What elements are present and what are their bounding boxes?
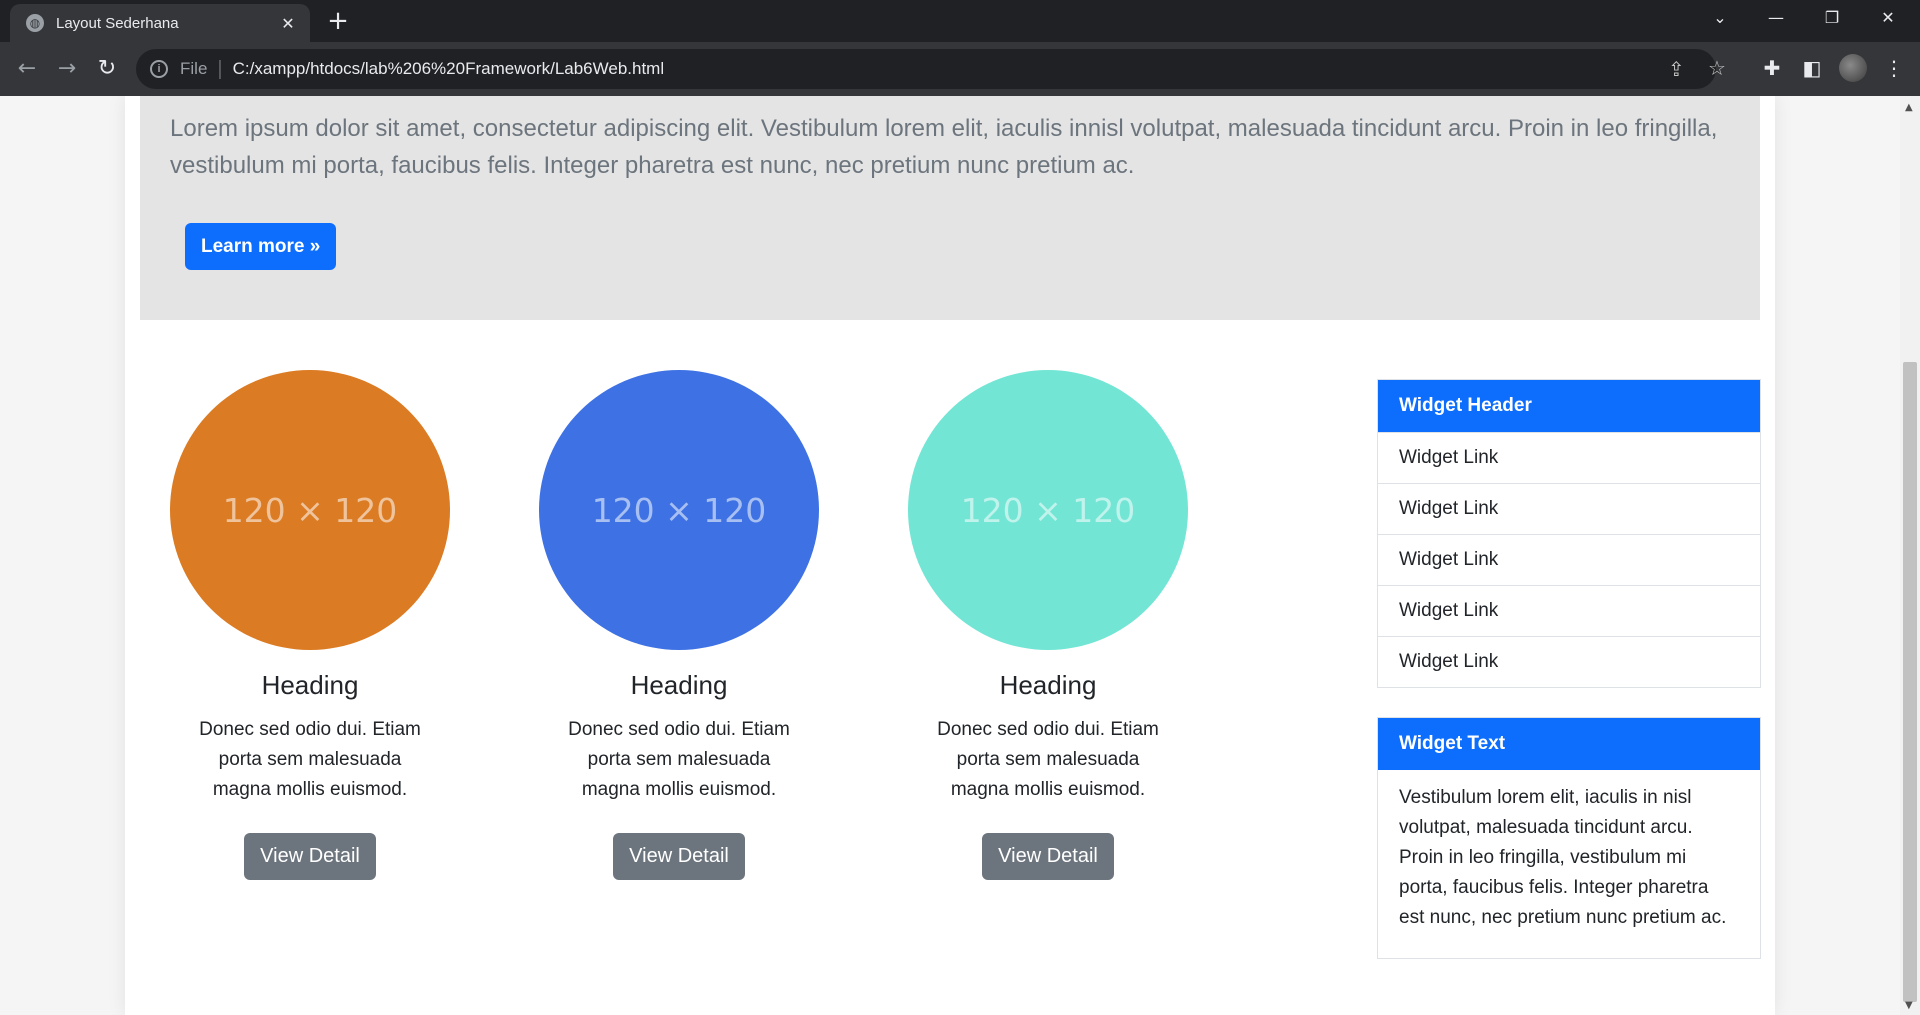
tab-close-icon[interactable]: ✕ [278, 14, 298, 33]
address-bar[interactable]: i File | C:/xampp/htdocs/lab%206%20Frame… [136, 49, 1726, 89]
vertical-scrollbar[interactable]: ▲ ▼ [1900, 96, 1920, 1015]
close-window-button[interactable]: ✕ [1860, 0, 1916, 38]
menu-icon[interactable]: ⋮ [1880, 56, 1908, 80]
widget-header: Widget Header [1378, 380, 1760, 432]
feature-text: Donec sed odio dui. Etiam porta sem male… [937, 719, 1159, 800]
page-viewport: Lorem ipsum dolor sit amet, consectetur … [0, 96, 1900, 1015]
placeholder-image: 120 × 120 [170, 370, 450, 650]
profile-avatar[interactable] [1839, 54, 1867, 82]
learn-more-button[interactable]: Learn more » [185, 223, 337, 270]
page-container: Lorem ipsum dolor sit amet, consectetur … [125, 96, 1775, 1015]
globe-icon: ◍ [26, 14, 44, 32]
browser-tab-bar: ◍ Layout Sederhana ✕ + ⌄ — ❐ ✕ [0, 0, 1920, 42]
side-panel-icon[interactable]: ◧ [1798, 56, 1826, 80]
feature-card: 120 × 120 Heading Donec sed odio dui. Et… [125, 370, 495, 880]
widget-links: Widget Header Widget Link Widget Link Wi… [1377, 379, 1761, 688]
extensions-icon[interactable]: ✚ [1758, 56, 1786, 80]
info-icon[interactable]: i [150, 60, 168, 78]
feature-text: Donec sed odio dui. Etiam porta sem male… [199, 719, 421, 800]
scroll-down-icon[interactable]: ▼ [1905, 1000, 1913, 1011]
url-text[interactable]: C:/xampp/htdocs/lab%206%20Framework/Lab6… [233, 59, 665, 79]
feature-heading: Heading [999, 670, 1097, 700]
widget-text-header: Widget Text [1378, 718, 1760, 770]
share-icon[interactable]: ⇪ [1668, 57, 1685, 81]
bookmark-star-icon[interactable]: ☆ [1708, 56, 1726, 80]
jumbotron: Lorem ipsum dolor sit amet, consectetur … [140, 96, 1760, 320]
browser-tab[interactable]: ◍ Layout Sederhana ✕ [10, 4, 310, 42]
tab-search-icon[interactable]: ⌄ [1692, 0, 1748, 38]
minimize-button[interactable]: — [1748, 0, 1804, 38]
reload-icon[interactable]: ↻ [90, 52, 124, 86]
placeholder-image: 120 × 120 [908, 370, 1188, 650]
feature-text: Donec sed odio dui. Etiam porta sem male… [568, 719, 790, 800]
restore-button[interactable]: ❐ [1804, 0, 1860, 38]
widget-link[interactable]: Widget Link [1378, 585, 1760, 636]
scroll-up-icon[interactable]: ▲ [1905, 102, 1913, 113]
back-icon[interactable]: ← [10, 52, 44, 86]
widget-text: Widget Text Vestibulum lorem elit, iacul… [1377, 717, 1761, 959]
feature-card: 120 × 120 Heading Donec sed odio dui. Et… [494, 370, 864, 880]
feature-heading: Heading [261, 670, 359, 700]
view-detail-button[interactable]: View Detail [244, 833, 376, 880]
browser-toolbar: ← → ↻ i File | C:/xampp/htdocs/lab%206%2… [0, 42, 1920, 96]
feature-card: 120 × 120 Heading Donec sed odio dui. Et… [863, 370, 1233, 880]
scrollbar-thumb[interactable] [1903, 362, 1917, 1002]
widget-link[interactable]: Widget Link [1378, 432, 1760, 483]
jumbotron-text: Lorem ipsum dolor sit amet, consectetur … [170, 115, 1718, 179]
feature-heading: Heading [630, 670, 728, 700]
widget-link[interactable]: Widget Link [1378, 483, 1760, 534]
divider: | [217, 57, 223, 80]
widget-link[interactable]: Widget Link [1378, 534, 1760, 585]
forward-icon[interactable]: → [50, 52, 84, 86]
placeholder-image: 120 × 120 [539, 370, 819, 650]
file-label: File [180, 59, 208, 78]
view-detail-button[interactable]: View Detail [982, 833, 1114, 880]
widget-link[interactable]: Widget Link [1378, 636, 1760, 687]
tab-title: Layout Sederhana [56, 14, 179, 32]
view-detail-button[interactable]: View Detail [613, 833, 745, 880]
widget-text-body: Vestibulum lorem elit, iaculis in nisl v… [1399, 787, 1727, 928]
new-tab-button[interactable]: + [322, 6, 354, 38]
